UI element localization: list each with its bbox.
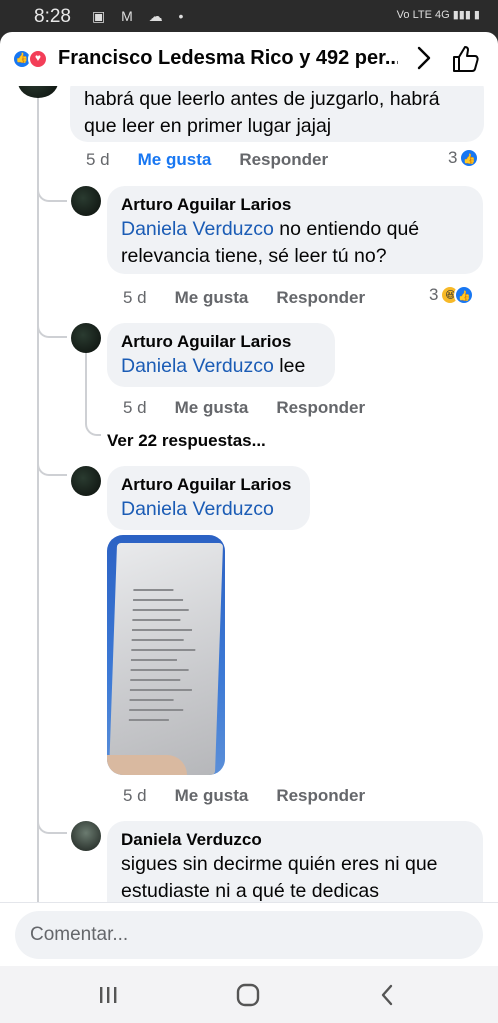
hand-image xyxy=(107,755,187,775)
comment-time: 5 d xyxy=(86,150,110,169)
like-reaction-icon: 👍 xyxy=(454,285,475,305)
recent-apps-icon[interactable] xyxy=(92,980,124,1010)
avatar[interactable] xyxy=(71,186,101,216)
reply-connector xyxy=(37,446,67,476)
reply-button[interactable]: Responder xyxy=(276,288,365,308)
reaction-count[interactable]: 3 👍 xyxy=(448,148,480,168)
like-button[interactable]: Me gusta xyxy=(175,786,249,806)
reply-button[interactable]: Responder xyxy=(239,150,328,170)
reaction-count[interactable]: 3 😆 👍 xyxy=(429,285,475,305)
reply-connector xyxy=(85,406,101,436)
comment-bubble[interactable]: Arturo Aguilar Larios Daniela Verduzco l… xyxy=(107,323,335,387)
reply-button[interactable]: Responder xyxy=(276,398,365,418)
comment-bubble[interactable]: Daniela Verduzco sigues sin decirme quié… xyxy=(107,821,483,902)
comment-text: sigues sin decirme quién eres ni que est… xyxy=(121,853,438,902)
chevron-right-icon[interactable] xyxy=(412,44,436,72)
view-more-replies[interactable]: Ver 22 respuestas... xyxy=(107,431,266,451)
reply-connector xyxy=(37,804,67,834)
comment-time: 5 d xyxy=(123,288,147,307)
comment-author[interactable]: Daniela Verduzco xyxy=(121,829,469,851)
comment-actions: 5 d Me gusta Responder xyxy=(123,288,365,308)
like-button[interactable]: Me gusta xyxy=(138,150,212,170)
system-nav-bar xyxy=(0,966,498,1023)
comment-text: habrá que leerlo antes de juzgarlo, habr… xyxy=(84,88,440,137)
like-reaction-icon: 👍 xyxy=(459,148,480,168)
comment-text: Daniela Verduzco lee xyxy=(121,353,321,380)
comment-bubble[interactable]: Arturo Aguilar Larios Daniela Verduzco n… xyxy=(107,186,483,274)
mention-link[interactable]: Daniela Verduzco xyxy=(121,498,274,520)
comment-photo[interactable] xyxy=(107,535,225,775)
back-icon[interactable] xyxy=(372,980,404,1010)
header: 👍 ♥ Francisco Ledesma Rico y 492 per... xyxy=(0,32,498,86)
avatar[interactable] xyxy=(71,821,101,851)
comment-bubble[interactable]: Arturo Aguilar Larios Daniela Verduzco xyxy=(107,466,310,530)
comment-input[interactable] xyxy=(15,911,483,959)
comment-text-body: lee xyxy=(273,355,306,377)
avatar[interactable] xyxy=(71,323,101,353)
mention-link[interactable]: Daniela Verduzco xyxy=(121,355,274,377)
like-button[interactable]: Me gusta xyxy=(175,398,249,418)
like-thumb-icon[interactable] xyxy=(450,43,482,75)
comment-text: Daniela Verduzco no entiendo qué relevan… xyxy=(121,216,469,270)
signal-icons: Vo LTE 4G ▮▮▮ ▮ xyxy=(396,9,480,21)
reactions-summary[interactable]: 👍 ♥ xyxy=(12,49,54,69)
status-bar: 8:28 ▣ M ☁ • Vo LTE 4G ▮▮▮ ▮ xyxy=(0,0,498,32)
thread-line xyxy=(37,86,39,902)
comment-composer xyxy=(0,902,498,966)
comment-author[interactable]: Arturo Aguilar Larios xyxy=(121,331,321,353)
comment-time: 5 d xyxy=(123,786,147,805)
comment-author[interactable]: Arturo Aguilar Larios xyxy=(121,474,296,496)
reply-connector xyxy=(37,166,67,202)
reaction-count-number: 3 xyxy=(448,148,458,167)
love-reaction-icon: ♥ xyxy=(28,49,48,69)
reply-connector xyxy=(37,308,67,338)
home-icon[interactable] xyxy=(232,980,264,1010)
notification-icons: ▣ M ☁ • xyxy=(92,8,190,24)
comments-thread[interactable]: habrá que leerlo antes de juzgarlo, habr… xyxy=(0,86,498,902)
status-time: 8:28 xyxy=(34,6,71,27)
book-page-image xyxy=(108,543,224,775)
page-title[interactable]: Francisco Ledesma Rico y 492 per... xyxy=(58,47,398,70)
comment-text: Daniela Verduzco xyxy=(121,496,296,523)
comment-actions: 5 d Me gusta Responder xyxy=(123,786,365,806)
avatar[interactable] xyxy=(71,466,101,496)
avatar[interactable] xyxy=(18,86,58,98)
comment-actions: 5 d Me gusta Responder xyxy=(123,398,365,418)
reply-button[interactable]: Responder xyxy=(276,786,365,806)
comment-time: 5 d xyxy=(123,398,147,417)
comment-actions: 5 d Me gusta Responder xyxy=(86,150,328,170)
mention-link[interactable]: Daniela Verduzco xyxy=(121,218,274,240)
like-button[interactable]: Me gusta xyxy=(175,288,249,308)
comment-bubble[interactable]: habrá que leerlo antes de juzgarlo, habr… xyxy=(70,86,484,142)
reaction-count-number: 3 xyxy=(429,285,439,304)
comment-author[interactable]: Arturo Aguilar Larios xyxy=(121,194,469,216)
